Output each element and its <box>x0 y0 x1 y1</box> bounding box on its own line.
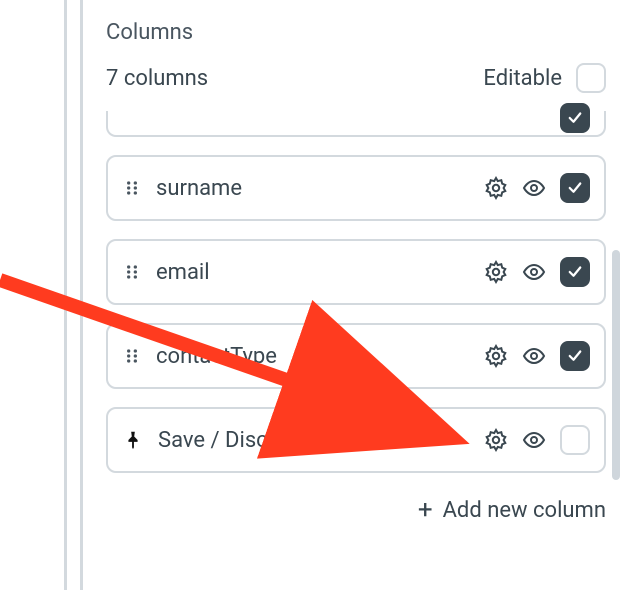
eye-icon[interactable] <box>522 344 546 368</box>
editable-label: Editable <box>483 66 562 91</box>
vertical-rail-outer <box>64 0 67 590</box>
add-new-column-button[interactable]: + Add new column <box>106 491 606 523</box>
column-row-contacttype[interactable]: contactType <box>106 323 606 389</box>
columns-count: 7 columns <box>106 66 208 91</box>
summary-row: 7 columns Editable <box>106 63 606 93</box>
pin-icon <box>122 429 144 451</box>
drag-handle-icon[interactable] <box>122 262 142 282</box>
columns-panel: Columns 7 columns Editable surname <box>106 20 606 523</box>
eye-icon[interactable] <box>522 260 546 284</box>
column-label: email <box>156 260 210 285</box>
add-new-column-label: Add new column <box>443 498 606 523</box>
column-visible-checkbox[interactable] <box>560 425 590 455</box>
vertical-rail-inner <box>80 0 83 590</box>
check-icon <box>566 347 584 365</box>
column-visible-checkbox[interactable] <box>560 173 590 203</box>
section-title: Columns <box>106 20 606 45</box>
eye-icon[interactable] <box>522 428 546 452</box>
column-row-partial <box>106 111 606 137</box>
eye-icon[interactable] <box>522 176 546 200</box>
column-row-save-discard[interactable]: Save / Discard <box>106 407 606 473</box>
editable-checkbox[interactable] <box>576 63 606 93</box>
gear-icon[interactable] <box>484 176 508 200</box>
column-label: Save / Discard <box>158 428 299 453</box>
column-row-surname[interactable]: surname <box>106 155 606 221</box>
column-visible-checkbox[interactable] <box>560 103 590 133</box>
column-label: surname <box>156 176 242 201</box>
columns-list: surname email <box>106 111 606 473</box>
column-label: contactType <box>156 344 277 369</box>
gear-icon[interactable] <box>484 344 508 368</box>
column-row-email[interactable]: email <box>106 239 606 305</box>
check-icon <box>566 179 584 197</box>
gear-icon[interactable] <box>484 260 508 284</box>
plus-icon: + <box>418 497 433 523</box>
column-visible-checkbox[interactable] <box>560 257 590 287</box>
check-icon <box>566 263 584 281</box>
drag-handle-icon[interactable] <box>122 346 142 366</box>
scrollbar-thumb[interactable] <box>612 250 620 480</box>
drag-handle-icon[interactable] <box>122 178 142 198</box>
column-visible-checkbox[interactable] <box>560 341 590 371</box>
gear-icon[interactable] <box>484 428 508 452</box>
editable-toggle-wrap: Editable <box>483 63 606 93</box>
check-icon <box>566 109 584 127</box>
